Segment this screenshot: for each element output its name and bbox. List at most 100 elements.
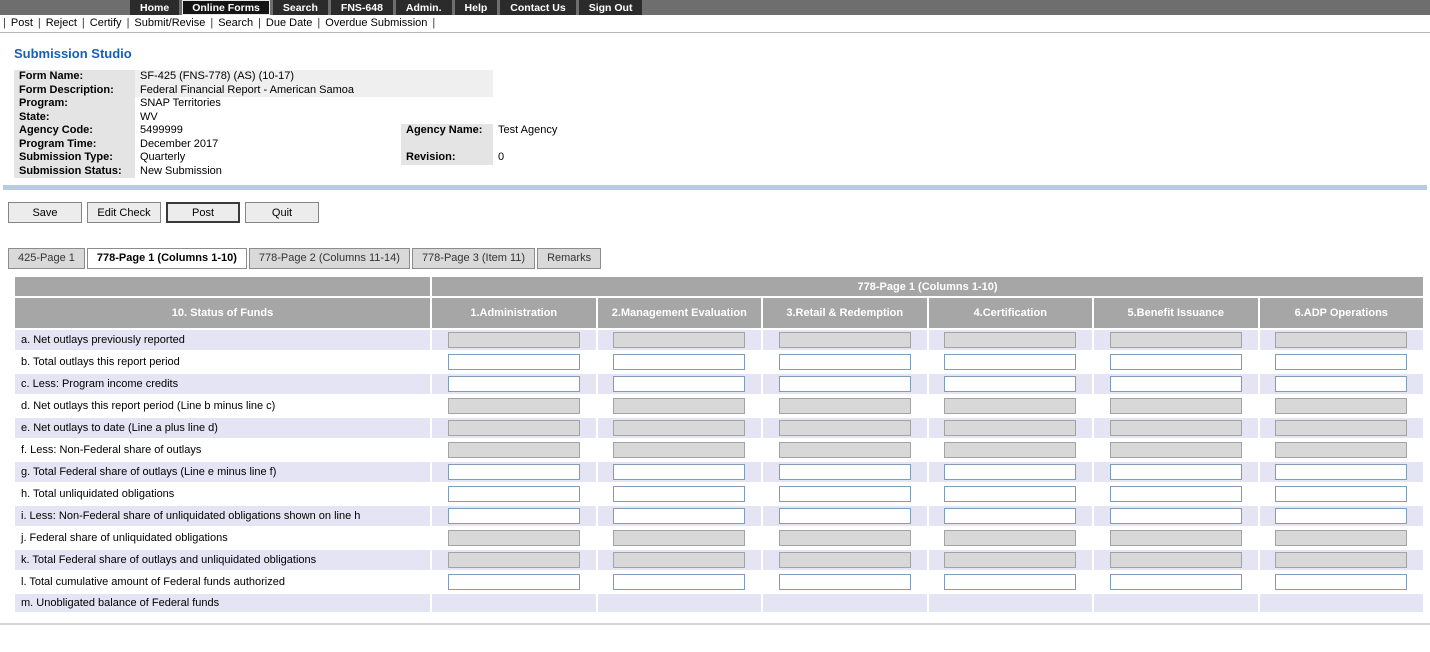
row-label: k. Total Federal share of outlays and un… — [15, 550, 430, 570]
amount-input[interactable] — [1109, 574, 1242, 590]
input-cell — [928, 352, 1092, 372]
amount-input[interactable] — [1109, 508, 1242, 524]
post-button[interactable]: Post — [166, 202, 240, 223]
amount-input — [778, 442, 911, 458]
amount-input[interactable] — [613, 376, 746, 392]
amount-input — [1109, 332, 1242, 348]
amount-input[interactable] — [1109, 464, 1242, 480]
input-cell — [1259, 572, 1423, 592]
nav-item-online-forms[interactable]: Online Forms — [182, 0, 270, 15]
amount-input[interactable] — [447, 508, 580, 524]
amount-input[interactable] — [613, 354, 746, 370]
input-cell — [928, 418, 1092, 438]
menu-link-overdue-submission[interactable]: Overdue Submission — [325, 17, 427, 29]
row-label: a. Net outlays previously reported — [15, 330, 430, 350]
amount-input[interactable] — [944, 354, 1077, 370]
input-cell — [1259, 594, 1423, 612]
input-cell — [1094, 594, 1258, 612]
tab-778-page-3-item-11[interactable]: 778-Page 3 (Item 11) — [411, 248, 536, 269]
input-cell — [1259, 418, 1423, 438]
nav-item-sign-out[interactable]: Sign Out — [578, 0, 643, 15]
table-row: f. Less: Non-Federal share of outlays — [15, 440, 1423, 460]
nav-item-search[interactable]: Search — [272, 0, 328, 15]
amount-input[interactable] — [1109, 376, 1242, 392]
amount-input[interactable] — [447, 574, 580, 590]
amount-input[interactable] — [613, 464, 746, 480]
amount-input[interactable] — [613, 486, 746, 502]
input-cell — [1094, 330, 1258, 350]
amount-input[interactable] — [778, 376, 911, 392]
input-cell — [1259, 396, 1423, 416]
menu-separator: | — [432, 17, 436, 29]
amount-input[interactable] — [447, 354, 580, 370]
amount-input[interactable] — [1275, 376, 1408, 392]
save-button[interactable]: Save — [8, 202, 82, 223]
menu-link-reject[interactable]: Reject — [46, 17, 77, 29]
table-row: e. Net outlays to date (Line a plus line… — [15, 418, 1423, 438]
table-row: g. Total Federal share of outlays (Line … — [15, 462, 1423, 482]
amount-input[interactable] — [613, 508, 746, 524]
status-of-funds-table: 778-Page 1 (Columns 1-10) 10. Status of … — [13, 275, 1425, 614]
detail-label-2 — [401, 137, 493, 151]
amount-input[interactable] — [1275, 486, 1408, 502]
nav-item-help[interactable]: Help — [454, 0, 498, 15]
input-cell — [1094, 550, 1258, 570]
submission-details: Form Name: SF-425 (FNS-778) (AS) (10-17) F… — [14, 70, 1424, 178]
nav-item-contact-us[interactable]: Contact Us — [500, 0, 576, 15]
column-header: 1.Administration — [432, 298, 596, 328]
amount-input[interactable] — [613, 574, 746, 590]
amount-input[interactable] — [944, 376, 1077, 392]
edit-check-button[interactable]: Edit Check — [87, 202, 161, 223]
nav-item-fns-648[interactable]: FNS-648 — [330, 0, 393, 15]
nav-item-admin[interactable]: Admin. — [395, 0, 452, 15]
amount-input[interactable] — [447, 464, 580, 480]
amount-input — [944, 420, 1077, 436]
detail-spacer — [401, 165, 493, 179]
detail-spacer — [493, 97, 1424, 111]
table-row: k. Total Federal share of outlays and un… — [15, 550, 1423, 570]
menu-link-submit-revise[interactable]: Submit/Revise — [134, 17, 205, 29]
input-cell — [1094, 418, 1258, 438]
amount-input[interactable] — [778, 464, 911, 480]
nav-item-home[interactable]: Home — [130, 0, 180, 15]
amount-input[interactable] — [447, 376, 580, 392]
detail-spacer — [493, 165, 1424, 179]
input-cell — [1259, 506, 1423, 526]
amount-input — [447, 398, 580, 414]
tab-778-page-1-columns-1-10[interactable]: 778-Page 1 (Columns 1-10) — [86, 248, 247, 269]
amount-input[interactable] — [778, 354, 911, 370]
amount-input[interactable] — [944, 486, 1077, 502]
amount-input[interactable] — [1109, 486, 1242, 502]
menu-link-due-date[interactable]: Due Date — [266, 17, 312, 29]
amount-input[interactable] — [778, 574, 911, 590]
input-cell — [763, 572, 927, 592]
amount-input[interactable] — [1275, 574, 1408, 590]
amount-input[interactable] — [447, 486, 580, 502]
quit-button[interactable]: Quit — [245, 202, 319, 223]
input-cell — [597, 550, 761, 570]
detail-spacer — [401, 70, 493, 84]
amount-input — [778, 530, 911, 546]
amount-input[interactable] — [778, 486, 911, 502]
amount-input[interactable] — [944, 464, 1077, 480]
input-cell — [1259, 374, 1423, 394]
amount-input[interactable] — [1109, 354, 1242, 370]
amount-input[interactable] — [778, 508, 911, 524]
menu-separator: | — [126, 17, 130, 29]
row-label: l. Total cumulative amount of Federal fu… — [15, 572, 430, 592]
amount-input[interactable] — [1275, 354, 1408, 370]
input-cell — [1259, 330, 1423, 350]
tab-remarks[interactable]: Remarks — [537, 248, 602, 269]
tab-778-page-2-columns-11-14[interactable]: 778-Page 2 (Columns 11-14) — [248, 248, 410, 269]
row-label: f. Less: Non-Federal share of outlays — [15, 440, 430, 460]
amount-input[interactable] — [944, 508, 1077, 524]
amount-input[interactable] — [1275, 464, 1408, 480]
menu-link-certify[interactable]: Certify — [90, 17, 122, 29]
menu-link-search[interactable]: Search — [218, 17, 253, 29]
table-row: h. Total unliquidated obligations — [15, 484, 1423, 504]
amount-input[interactable] — [1275, 508, 1408, 524]
amount-input[interactable] — [944, 574, 1077, 590]
menu-link-post[interactable]: Post — [11, 17, 33, 29]
input-cell — [928, 374, 1092, 394]
tab-425-page-1[interactable]: 425-Page 1 — [8, 248, 85, 269]
